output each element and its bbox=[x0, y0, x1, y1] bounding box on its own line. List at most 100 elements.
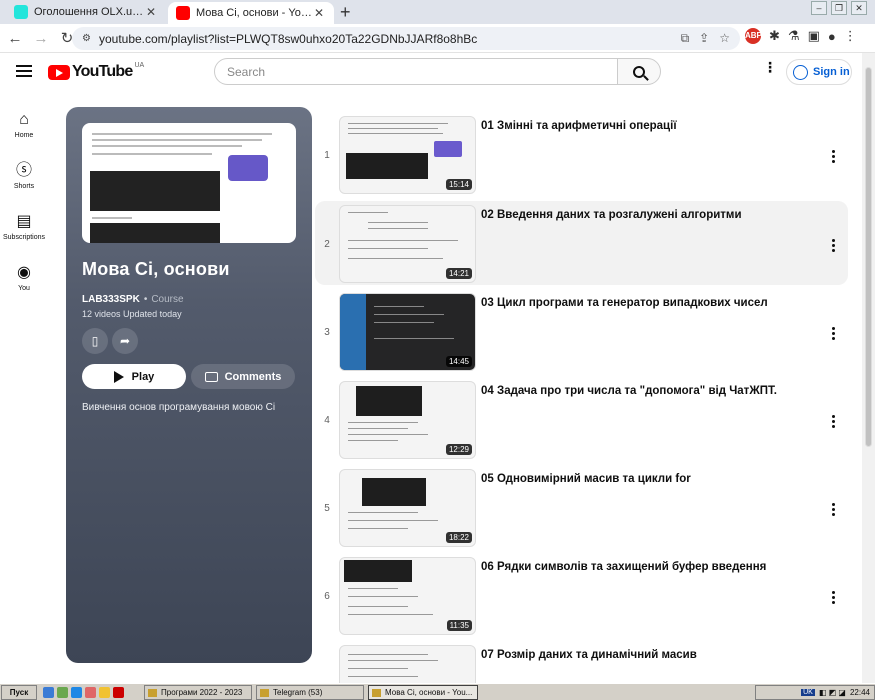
video-menu-icon[interactable] bbox=[827, 591, 839, 606]
tab-title: Оголошення OLX.ua: сервіс оголо bbox=[34, 6, 144, 18]
taskbar-item-chrome[interactable]: Мова Сі, основи - You... bbox=[368, 685, 478, 700]
guide-item-home[interactable]: ⌂ Home bbox=[0, 100, 48, 150]
video-title[interactable]: 06 Рядки символів та захищений буфер вве… bbox=[481, 561, 811, 573]
guide-item-subscriptions[interactable]: ▤ Subscriptions bbox=[0, 202, 48, 252]
thumb-text-line bbox=[92, 153, 212, 155]
back-arrow-icon[interactable]: ← bbox=[4, 30, 26, 47]
tab-youtube[interactable]: Мова Сі, основи - YouTube ✕ bbox=[168, 2, 334, 24]
guide-item-shorts[interactable]: ⓢ Shorts bbox=[0, 151, 48, 201]
save-playlist-button[interactable]: ▯ bbox=[82, 328, 108, 354]
site-info-icon[interactable]: ⚙ bbox=[82, 33, 91, 44]
share-playlist-button[interactable]: ➦ bbox=[112, 328, 138, 354]
video-menu-icon[interactable] bbox=[827, 150, 839, 165]
address-bar[interactable]: ⚙ youtube.com/playlist?list=PLWQT8sw0uhx… bbox=[72, 27, 740, 50]
play-all-button[interactable]: Play bbox=[82, 364, 186, 389]
tray-icons[interactable]: ◧ ◩ ◪ bbox=[819, 688, 846, 697]
settings-more-icon[interactable]: ⋮ bbox=[763, 60, 777, 74]
share-icon[interactable]: ⇪ bbox=[699, 31, 709, 46]
sidepanel-icon[interactable]: ▣ bbox=[808, 28, 820, 44]
thumb-text-line bbox=[348, 123, 448, 124]
video-menu-icon[interactable] bbox=[827, 415, 839, 430]
video-duration: 12:29 bbox=[445, 444, 472, 455]
close-window-icon[interactable]: ✕ bbox=[851, 1, 867, 15]
page-scrollbar[interactable] bbox=[862, 53, 875, 683]
playlist-video-row[interactable]: 3 14:45 03 Цикл програми та генератор ви… bbox=[315, 289, 848, 373]
extensions-puzzle-icon[interactable]: ✱ bbox=[769, 28, 780, 44]
guide-label: Subscriptions bbox=[2, 233, 46, 241]
olx-favicon-icon bbox=[14, 5, 28, 19]
desktop-icon[interactable] bbox=[57, 686, 68, 698]
tab-olx[interactable]: Оголошення OLX.ua: сервіс оголо ✕ bbox=[6, 1, 166, 23]
playlist-video-row[interactable]: 07 Розмір даних та динамічний масив bbox=[315, 641, 848, 683]
video-title[interactable]: 05 Одновимірний масив та цикли for bbox=[481, 473, 811, 485]
video-thumbnail[interactable]: 11:35 bbox=[339, 557, 476, 635]
region-code: UA bbox=[134, 61, 145, 69]
close-tab-icon[interactable]: ✕ bbox=[312, 6, 326, 20]
playlist-video-row[interactable]: 6 11:35 06 Рядки символів та захищений б… bbox=[315, 553, 848, 637]
guide-item-you[interactable]: ◉ You bbox=[0, 253, 48, 303]
video-title[interactable]: 02 Введення даних та розгалужені алгорит… bbox=[481, 209, 811, 221]
playlist-video-row[interactable]: 5 18:22 05 Одновимірний масив та цикли f… bbox=[315, 465, 848, 549]
video-thumbnail[interactable]: 14:45 bbox=[339, 293, 476, 371]
clock[interactable]: 22:44 bbox=[850, 688, 870, 697]
hamburger-menu-icon[interactable] bbox=[16, 65, 32, 77]
video-title[interactable]: 01 Змінні та арифметичні операції bbox=[481, 120, 811, 132]
thumb-text-line bbox=[348, 133, 443, 134]
yandex-icon[interactable] bbox=[113, 686, 124, 698]
chrome-menu-icon[interactable]: ⋮ bbox=[844, 28, 857, 44]
playlist-title: Мова Сі, основи bbox=[82, 259, 230, 279]
playlist-thumbnail[interactable] bbox=[82, 123, 296, 243]
video-title[interactable]: 03 Цикл програми та генератор випадкових… bbox=[481, 297, 811, 309]
thumb-text-line bbox=[348, 654, 428, 655]
video-thumbnail[interactable]: 15:14 bbox=[339, 116, 476, 194]
ie-icon[interactable] bbox=[71, 686, 82, 698]
video-menu-icon[interactable] bbox=[827, 239, 839, 254]
explorer-icon[interactable] bbox=[43, 686, 54, 698]
scrollbar-thumb[interactable] bbox=[865, 67, 872, 447]
thumb-text-line bbox=[348, 676, 418, 677]
video-title[interactable]: 04 Задача про три числа та "допомога" ві… bbox=[481, 385, 811, 397]
language-indicator[interactable]: UK bbox=[801, 689, 815, 696]
video-title[interactable]: 07 Розмір даних та динамічний масив bbox=[481, 649, 811, 661]
channel-name-link[interactable]: LAB333SPK bbox=[82, 294, 140, 305]
thumb-code-block bbox=[90, 223, 220, 243]
thumb-text-line bbox=[348, 428, 408, 429]
cast-icon[interactable]: ⧉ bbox=[681, 31, 690, 46]
video-count: 12 videos bbox=[82, 309, 121, 319]
comments-button[interactable]: Comments bbox=[191, 364, 295, 389]
flask-extension-icon[interactable]: ⚗ bbox=[788, 28, 800, 44]
minimize-icon[interactable]: – bbox=[811, 1, 827, 15]
search-input[interactable]: Search bbox=[214, 58, 618, 85]
playlist-video-row[interactable]: 2 14:21 02 Введення даних та розгалужені… bbox=[315, 201, 848, 285]
new-tab-button[interactable]: + bbox=[340, 2, 351, 23]
home-icon: ⌂ bbox=[19, 110, 29, 128]
playlist-video-row[interactable]: 1 15:14 01 Змінні та арифметичні операці… bbox=[315, 112, 848, 196]
video-menu-icon[interactable] bbox=[827, 327, 839, 342]
app-icon[interactable] bbox=[99, 686, 110, 698]
taskbar-item-folder[interactable]: Програми 2022 - 2023 bbox=[144, 685, 252, 700]
youtube-logo[interactable]: YouTube UA bbox=[48, 61, 145, 81]
maximize-icon[interactable]: ❐ bbox=[831, 1, 847, 15]
taskbar-item-telegram[interactable]: Telegram (53) bbox=[256, 685, 364, 700]
close-tab-icon[interactable]: ✕ bbox=[144, 5, 158, 19]
thumb-text-line bbox=[374, 306, 424, 307]
thumb-text-line bbox=[92, 133, 272, 135]
adblock-extension-icon[interactable]: ABP bbox=[745, 28, 762, 44]
browser-tab-strip: Оголошення OLX.ua: сервіс оголо ✕ Мова С… bbox=[0, 0, 875, 24]
profile-icon[interactable]: ● bbox=[828, 29, 836, 44]
search-icon bbox=[633, 65, 645, 78]
search-button[interactable] bbox=[617, 58, 661, 85]
sign-in-button[interactable]: Sign in bbox=[786, 59, 852, 85]
thumb-text-line bbox=[348, 606, 408, 607]
start-button[interactable]: Пуск bbox=[1, 684, 37, 700]
video-thumbnail[interactable]: 18:22 bbox=[339, 469, 476, 547]
video-thumbnail[interactable] bbox=[339, 645, 476, 683]
bookmark-star-icon[interactable]: ☆ bbox=[719, 31, 730, 46]
video-menu-icon[interactable] bbox=[827, 503, 839, 518]
playlist-video-row[interactable]: 4 12:29 04 Задача про три числа та "допо… bbox=[315, 377, 848, 461]
forward-arrow-icon[interactable]: → bbox=[30, 30, 52, 47]
tab-title: Мова Сі, основи - YouTube bbox=[196, 7, 312, 19]
video-thumbnail[interactable]: 12:29 bbox=[339, 381, 476, 459]
video-thumbnail[interactable]: 14:21 bbox=[339, 205, 476, 283]
chrome-icon[interactable] bbox=[85, 686, 96, 698]
